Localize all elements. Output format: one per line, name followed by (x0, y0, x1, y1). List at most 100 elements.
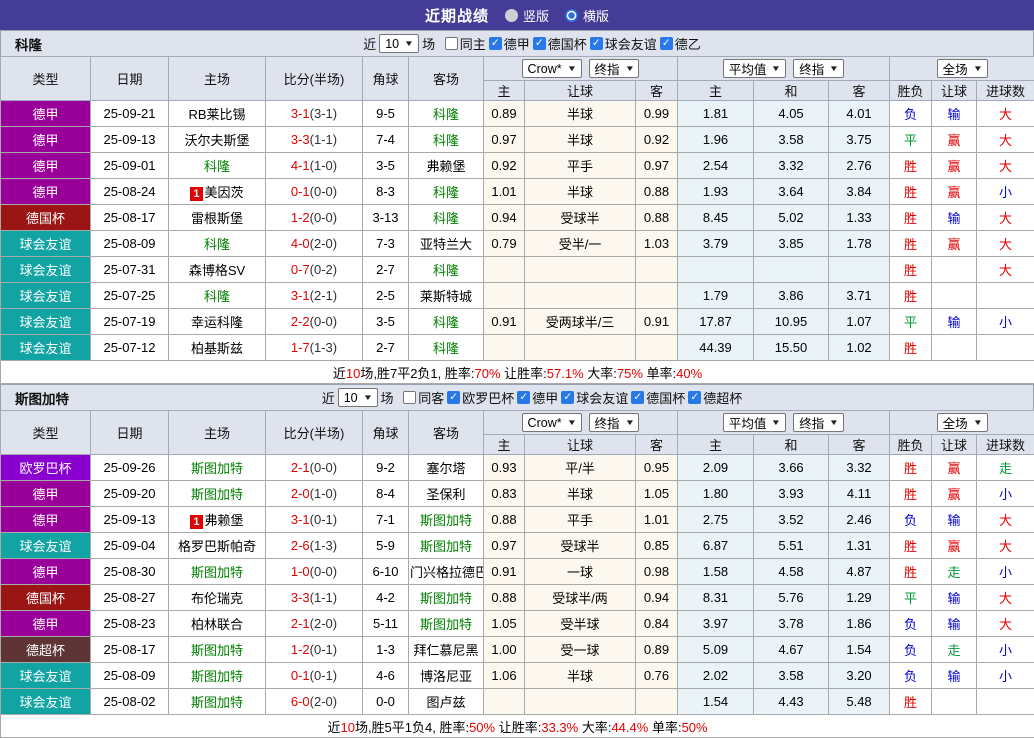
away-team-cell: 科隆 (409, 205, 484, 231)
team-text: 科隆 (204, 237, 230, 252)
checked-checkbox-icon[interactable]: ✓ (533, 37, 546, 50)
checked-checkbox-icon[interactable]: ✓ (489, 37, 502, 50)
average-final-select[interactable]: 终指▼ (793, 413, 844, 432)
corner-cell: 3-5 (363, 153, 409, 179)
competition-filter-0[interactable]: ✓德甲 (489, 34, 530, 53)
unchecked-checkbox-icon[interactable] (403, 391, 416, 404)
avg-home-cell: 1.54 (678, 689, 754, 715)
corner-cell: 8-3 (363, 179, 409, 205)
competition-filter-1[interactable]: ✓德超杯 (688, 388, 742, 407)
competition-filter-1[interactable]: ✓德国杯 (631, 388, 685, 407)
avg-home-cell: 1.81 (678, 101, 754, 127)
col-away: 客场 (409, 411, 484, 455)
team-text: 科隆 (433, 133, 459, 148)
match-row: 球会友谊 25-07-12 柏基斯兹 1-7(1-3) 2-7 科隆 44.39… (1, 335, 1034, 361)
odds-final-select[interactable]: 终指▼ (589, 59, 640, 78)
checked-checkbox-icon[interactable]: ✓ (631, 391, 644, 404)
chevron-down-icon: ▼ (624, 64, 634, 73)
avg-away-cell: 3.32 (829, 455, 890, 481)
home-team-cell: RB莱比锡 (169, 101, 266, 127)
competition-filter-1[interactable]: ✓欧罗巴杯 (447, 388, 514, 407)
same-venue-checkbox[interactable]: 同主 (445, 34, 486, 53)
corner-cell: 2-5 (363, 283, 409, 309)
col-odds-home: 主 (484, 435, 525, 455)
match-count-select[interactable]: 10▼ (338, 388, 378, 407)
radio-horizontal-layout[interactable]: 横版 (565, 6, 609, 25)
date-cell: 25-09-26 (91, 455, 169, 481)
goals-result-cell: 小 (977, 179, 1034, 205)
bookmaker-select[interactable]: Crow*▼ (522, 59, 582, 78)
match-row: 欧罗巴杯 25-09-26 斯图加特 2-1(0-0) 9-2 塞尔塔 0.93… (1, 455, 1034, 481)
competition-filter-1[interactable]: ✓德甲 (517, 388, 558, 407)
date-cell: 25-09-21 (91, 101, 169, 127)
date-cell: 25-09-04 (91, 533, 169, 559)
average-group-header: 平均值▼ 终指▼ (678, 411, 890, 435)
radio-vertical-layout[interactable]: 竖版 (505, 6, 549, 25)
avg-home-cell: 6.87 (678, 533, 754, 559)
home-team-cell: 斯图加特 (169, 481, 266, 507)
col-home: 主场 (169, 57, 266, 101)
radio-unselected-icon[interactable] (505, 9, 518, 22)
goals-result-cell: 小 (977, 637, 1034, 663)
avg-draw-cell: 5.02 (754, 205, 829, 231)
competition-filter-1[interactable]: ✓球会友谊 (561, 388, 628, 407)
corner-cell: 2-7 (363, 335, 409, 361)
home-team-cell: 科隆 (169, 283, 266, 309)
avg-home-cell: 5.09 (678, 637, 754, 663)
competition-filter-0[interactable]: ✓球会友谊 (590, 34, 657, 53)
summary-text: 近10场,胜5平1负4, 胜率:50% 让胜率:33.3% 大率:44.4% 单… (1, 715, 1034, 738)
bookmaker-select[interactable]: Crow*▼ (522, 413, 582, 432)
avg-home-cell: 2.02 (678, 663, 754, 689)
team-text: 圣保利 (426, 487, 465, 502)
radio-selected-icon[interactable] (565, 9, 578, 22)
avg-draw-cell: 3.66 (754, 455, 829, 481)
odds-home-cell: 0.83 (484, 481, 525, 507)
average-select[interactable]: 平均值▼ (723, 413, 786, 432)
odds-away-cell: 0.76 (636, 663, 678, 689)
average-final-select[interactable]: 终指▼ (793, 59, 844, 78)
score-cell: 3-1(2-1) (266, 283, 363, 309)
odds-home-cell: 0.93 (484, 455, 525, 481)
odds-final-select[interactable]: 终指▼ (589, 413, 640, 432)
col-odds-line: 让球 (525, 81, 636, 101)
checked-checkbox-icon[interactable]: ✓ (561, 391, 574, 404)
competition-filter-0[interactable]: ✓德国杯 (533, 34, 587, 53)
checked-checkbox-icon[interactable]: ✓ (517, 391, 530, 404)
same-venue-checkbox[interactable]: 同客 (403, 388, 444, 407)
avg-home-cell: 1.80 (678, 481, 754, 507)
competition-type-cell: 德国杯 (1, 205, 91, 231)
topbar: 近期战绩 竖版 横版 (0, 0, 1034, 30)
col-avg-home: 主 (678, 435, 754, 455)
scope-select[interactable]: 全场▼ (937, 59, 988, 78)
avg-draw-cell: 15.50 (754, 335, 829, 361)
wdl-result-cell: 胜 (890, 689, 932, 715)
date-cell: 25-07-25 (91, 283, 169, 309)
chevron-down-icon: ▼ (404, 39, 414, 48)
scope-select[interactable]: 全场▼ (937, 413, 988, 432)
avg-home-cell: 44.39 (678, 335, 754, 361)
date-cell: 25-07-12 (91, 335, 169, 361)
checked-checkbox-icon[interactable]: ✓ (688, 391, 701, 404)
checked-checkbox-icon[interactable]: ✓ (590, 37, 603, 50)
date-cell: 25-09-13 (91, 127, 169, 153)
match-count-select[interactable]: 10▼ (379, 34, 419, 53)
competition-filter-0[interactable]: ✓德乙 (660, 34, 701, 53)
col-odds-away: 客 (636, 81, 678, 101)
avg-home-cell: 2.75 (678, 507, 754, 533)
match-row: 球会友谊 25-07-31 森博格SV 0-7(0-2) 2-7 科隆 胜 大 (1, 257, 1034, 283)
score-cell: 3-1(3-1) (266, 101, 363, 127)
date-cell: 25-09-13 (91, 507, 169, 533)
corner-cell: 6-10 (363, 559, 409, 585)
wdl-result-cell: 平 (890, 309, 932, 335)
team-text: 科隆 (433, 315, 459, 330)
avg-away-cell: 1.78 (829, 231, 890, 257)
score-cell: 3-3(1-1) (266, 585, 363, 611)
average-select[interactable]: 平均值▼ (723, 59, 786, 78)
chevron-down-icon: ▼ (771, 64, 781, 73)
away-team-cell: 亚特兰大 (409, 231, 484, 257)
checked-checkbox-icon[interactable]: ✓ (660, 37, 673, 50)
score-cell: 1-0(0-0) (266, 559, 363, 585)
checked-checkbox-icon[interactable]: ✓ (447, 391, 460, 404)
avg-draw-cell: 3.93 (754, 481, 829, 507)
unchecked-checkbox-icon[interactable] (445, 37, 458, 50)
